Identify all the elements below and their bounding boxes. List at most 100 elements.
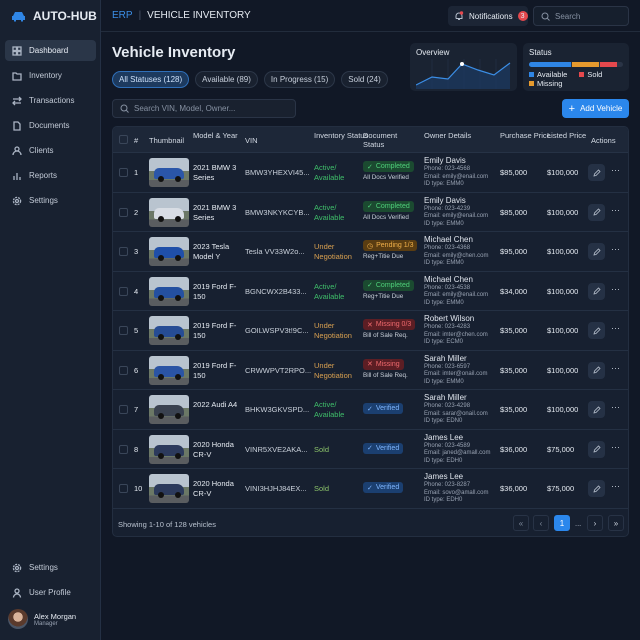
sidebar-bottom-user-profile[interactable]: User Profile — [5, 582, 96, 603]
sidebar-item-clients[interactable]: Clients — [5, 140, 96, 161]
table-row[interactable]: 8 2020 Honda CR-V VINR5XVE2AKA... Sold ✓… — [113, 430, 628, 469]
user-profile-card[interactable]: Alex Morgan Manager — [8, 609, 76, 629]
table-row[interactable]: 1 2021 BMW 3 Series BMW3YHEXVI45... Acti… — [113, 153, 628, 193]
vehicle-thumbnail[interactable] — [149, 395, 189, 424]
sidebar-item-inventory[interactable]: Inventory — [5, 65, 96, 86]
edit-button[interactable] — [588, 164, 605, 181]
status-icon: ✕ — [367, 321, 373, 329]
table-row[interactable]: 10 2020 Honda CR-V VINI3HJHJ84EX... Sold… — [113, 469, 628, 509]
more-options-icon[interactable]: ··· — [611, 165, 620, 175]
owner-details: Michael Chen Phone: 023-4538 Email: emily@… — [424, 275, 488, 308]
edit-button[interactable] — [588, 401, 605, 418]
last-page-button[interactable]: » — [608, 515, 624, 531]
vehicle-thumbnail[interactable] — [149, 355, 189, 385]
status-icon: ✓ — [367, 405, 373, 413]
edit-button[interactable] — [588, 203, 605, 221]
column-header[interactable]: Owner Details — [424, 131, 479, 140]
column-header[interactable]: Actions — [591, 136, 628, 145]
first-page-button[interactable]: « — [513, 515, 529, 531]
table-row[interactable]: 2 2021 BMW 3 Series BMW3NKYKCYB... Activ… — [113, 193, 628, 232]
more-options-icon[interactable]: ··· — [611, 244, 620, 254]
vehicle-thumbnail[interactable] — [149, 158, 189, 187]
owner-phone: Phone: 023-4589 — [424, 442, 471, 449]
breadcrumb-erp[interactable]: ERP — [112, 10, 133, 21]
table-row[interactable]: 5 2019 Ford F-150 GOILWSPV3t!9C... Under… — [113, 311, 628, 351]
filter-chip[interactable]: Sold (24) — [341, 71, 388, 88]
row-checkbox[interactable] — [119, 207, 128, 217]
owner-name: Michael Chen — [424, 235, 473, 244]
purchase-price: $36,000 — [500, 444, 528, 454]
sidebar-item-label: Settings — [29, 563, 58, 572]
sidebar-item-transactions[interactable]: Transactions — [5, 90, 96, 111]
sidebar-item-settings[interactable]: Settings — [5, 190, 96, 211]
more-options-icon[interactable]: ··· — [611, 402, 620, 412]
table-row[interactable]: 3 2023 Tesla Model Y Tesla VV33W2o... Un… — [113, 232, 628, 272]
page-1-button[interactable]: 1 — [554, 515, 570, 531]
more-options-icon[interactable]: ··· — [611, 481, 620, 491]
vehicle-thumbnail[interactable] — [149, 197, 189, 227]
document-status: ✓ Verified — [363, 482, 404, 493]
row-checkbox[interactable] — [119, 247, 128, 256]
status-bar-segment — [572, 62, 599, 67]
vin: BMW3NKYKCYB... — [245, 207, 310, 217]
edit-button[interactable] — [588, 243, 605, 260]
table-search-input[interactable]: Search VIN, Model, Owner... — [112, 99, 296, 118]
more-options-icon[interactable]: ··· — [611, 205, 620, 215]
logo[interactable]: AUTO-HUB — [11, 9, 97, 23]
add-vehicle-button[interactable]: + Add Vehicle — [562, 99, 629, 118]
edit-button[interactable] — [588, 480, 605, 497]
column-header[interactable]: Inventory Status — [314, 131, 369, 140]
owner-phone: Phone: 023-4239 — [424, 205, 471, 212]
owner-phone: Phone: 023-4283 — [424, 324, 471, 330]
more-options-icon[interactable]: ··· — [611, 442, 620, 452]
sidebar-bottom-settings[interactable]: Settings — [5, 557, 96, 578]
prev-page-button[interactable]: ‹ — [533, 515, 549, 531]
row-checkbox[interactable] — [119, 168, 128, 177]
filter-chip[interactable]: In Progress (15) — [263, 71, 336, 88]
vehicle-thumbnail[interactable] — [149, 474, 189, 503]
vehicle-thumbnail[interactable] — [149, 434, 189, 464]
vehicle-thumbnail[interactable] — [149, 316, 189, 345]
owner-email: Email: imter@chen.com — [424, 331, 488, 338]
owner-id-type: ID type: EMM0 — [424, 378, 464, 385]
edit-button[interactable] — [588, 361, 605, 379]
row-checkbox[interactable] — [119, 286, 128, 296]
owner-details: Michael Chen Phone: 023-4368 Email: emily@… — [424, 235, 488, 268]
more-options-icon[interactable]: ··· — [611, 323, 620, 333]
next-page-button[interactable]: › — [587, 515, 603, 531]
column-header[interactable]: VIN — [245, 136, 300, 145]
table-row[interactable]: 4 2019 Ford F-150 BGNCWX2B433... Active/… — [113, 272, 628, 311]
edit-button[interactable] — [588, 322, 605, 339]
global-search-input[interactable]: Search — [533, 6, 629, 26]
column-header[interactable]: Document Status — [363, 131, 418, 149]
row-checkbox[interactable] — [119, 405, 128, 414]
row-checkbox[interactable] — [119, 326, 128, 335]
owner-phone: Phone: 023-6597 — [424, 363, 471, 370]
document-status-label: Verified — [375, 444, 400, 452]
sidebar-item-reports[interactable]: Reports — [5, 165, 96, 186]
row-checkbox[interactable] — [119, 484, 128, 493]
vehicle-thumbnail[interactable] — [149, 237, 189, 266]
edit-button[interactable] — [588, 282, 605, 300]
more-options-icon[interactable]: ··· — [611, 363, 620, 373]
more-options-icon[interactable]: ··· — [611, 284, 620, 294]
row-checkbox[interactable] — [119, 444, 128, 454]
vehicle-thumbnail[interactable] — [149, 276, 189, 306]
model-year: 2019 Ford F-150 — [193, 321, 237, 340]
edit-button[interactable] — [588, 440, 605, 458]
inventory-status: Active/ Available — [314, 202, 345, 222]
sidebar-item-dashboard[interactable]: Dashboard — [5, 40, 96, 61]
table-row[interactable]: 6 2019 Ford F-150 CRWWPVT2RPO... Under N… — [113, 351, 628, 390]
row-checkbox[interactable] — [119, 365, 128, 375]
owner-id-type: ID type: EMM0 — [424, 220, 464, 227]
select-all-checkbox[interactable] — [119, 135, 128, 144]
owner-email: Email: sovo@amall.com — [424, 489, 489, 496]
inventory-status: Active/ Available — [314, 163, 345, 182]
notifications-button[interactable]: Notifications 3 — [448, 6, 528, 26]
column-header[interactable]: Model & Year — [193, 131, 241, 140]
document-status: ✓ Verified — [363, 442, 404, 454]
filter-chip[interactable]: All Statuses (128) — [112, 71, 190, 88]
sidebar-item-documents[interactable]: Documents — [5, 115, 96, 136]
filter-chip[interactable]: Available (89) — [195, 71, 258, 88]
table-row[interactable]: 7 2022 Audi A4 BHKW3GKVSPD... Active/ Av… — [113, 390, 628, 430]
